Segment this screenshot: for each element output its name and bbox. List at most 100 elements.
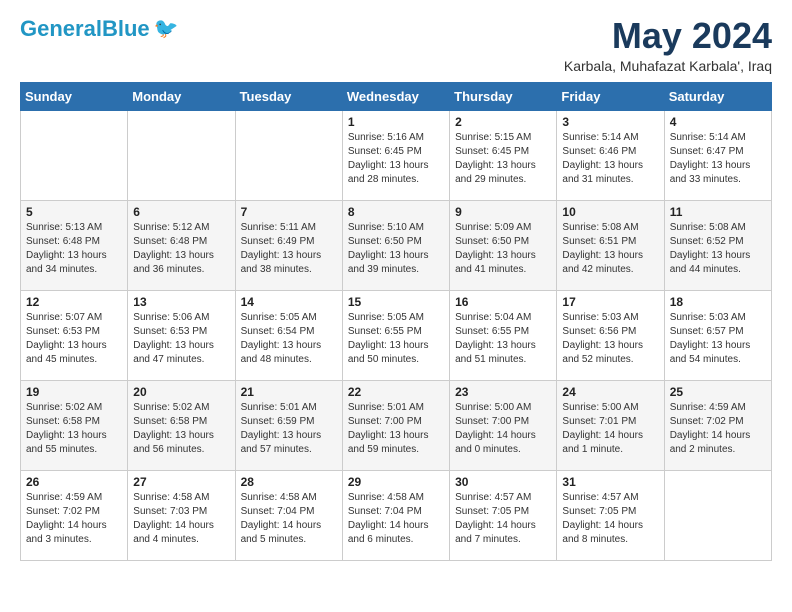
calendar-cell: [664, 470, 771, 560]
calendar-cell: 1 Sunrise: 5:16 AM Sunset: 6:45 PM Daylig…: [342, 110, 449, 200]
header: GeneralBlue 🐦 May 2024 Karbala, Muhafaza…: [20, 16, 772, 74]
day-number: 15: [348, 295, 444, 309]
cell-details: Sunrise: 5:16 AM Sunset: 6:45 PM Dayligh…: [348, 131, 444, 187]
title-section: May 2024 Karbala, Muhafazat Karbala', Ir…: [564, 16, 772, 74]
day-number: 30: [455, 475, 551, 489]
calendar-cell: 22Sunrise: 5:01 AM Sunset: 7:00 PM Dayli…: [342, 380, 449, 470]
calendar-cell: 20 Sunrise: 5:02 AM Sunset: 6:58 PM Dayli…: [128, 380, 235, 470]
day-number: 4: [670, 115, 766, 129]
cell-details: Sunrise: 4:57 AM Sunset: 7:05 PM Dayligh…: [455, 491, 551, 547]
day-number: 23: [455, 385, 551, 399]
calendar-cell: 11Sunrise: 5:08 AM Sunset: 6:52 PM Dayli…: [664, 200, 771, 290]
calendar-cell: 19 Sunrise: 5:02 AM Sunset: 6:58 PM Dayli…: [21, 380, 128, 470]
day-number: 25: [670, 385, 766, 399]
cell-details: Sunrise: 5:11 AM Sunset: 6:49 PM Dayligh…: [241, 221, 337, 277]
location: Karbala, Muhafazat Karbala', Iraq: [564, 58, 772, 74]
day-number: 16: [455, 295, 551, 309]
cell-details: Sunrise: 4:58 AM Sunset: 7:03 PM Dayligh…: [133, 491, 229, 547]
col-tuesday: Tuesday: [235, 82, 342, 110]
day-number: 17: [562, 295, 658, 309]
cell-details: Sunrise: 5:02 AM Sunset: 6:58 PM Dayligh…: [133, 401, 229, 457]
col-friday: Friday: [557, 82, 664, 110]
logo: GeneralBlue 🐦: [20, 16, 179, 41]
col-sunday: Sunday: [21, 82, 128, 110]
calendar-week-5: 26 Sunrise: 4:59 AM Sunset: 7:02 PM Dayli…: [21, 470, 772, 560]
calendar-cell: 23 Sunrise: 5:00 AM Sunset: 7:00 PM Dayli…: [450, 380, 557, 470]
calendar-cell: 24Sunrise: 5:00 AM Sunset: 7:01 PM Dayli…: [557, 380, 664, 470]
cell-details: Sunrise: 5:05 AM Sunset: 6:54 PM Dayligh…: [241, 311, 337, 367]
cell-details: Sunrise: 4:58 AM Sunset: 7:04 PM Dayligh…: [241, 491, 337, 547]
calendar-cell: [235, 110, 342, 200]
cell-details: Sunrise: 5:14 AM Sunset: 6:46 PM Dayligh…: [562, 131, 658, 187]
calendar-cell: 6Sunrise: 5:12 AM Sunset: 6:48 PM Daylig…: [128, 200, 235, 290]
cell-details: Sunrise: 5:08 AM Sunset: 6:52 PM Dayligh…: [670, 221, 766, 277]
cell-details: Sunrise: 5:10 AM Sunset: 6:50 PM Dayligh…: [348, 221, 444, 277]
day-number: 9: [455, 205, 551, 219]
day-number: 18: [670, 295, 766, 309]
logo-part2: Blue: [102, 16, 150, 41]
calendar-cell: 14Sunrise: 5:05 AM Sunset: 6:54 PM Dayli…: [235, 290, 342, 380]
calendar-cell: 16 Sunrise: 5:04 AM Sunset: 6:55 PM Dayli…: [450, 290, 557, 380]
calendar-cell: 7Sunrise: 5:11 AM Sunset: 6:49 PM Daylig…: [235, 200, 342, 290]
cell-details: Sunrise: 5:14 AM Sunset: 6:47 PM Dayligh…: [670, 131, 766, 187]
day-number: 1: [348, 115, 444, 129]
calendar-cell: 29Sunrise: 4:58 AM Sunset: 7:04 PM Dayli…: [342, 470, 449, 560]
calendar-cell: 9Sunrise: 5:09 AM Sunset: 6:50 PM Daylig…: [450, 200, 557, 290]
calendar-cell: 4 Sunrise: 5:14 AM Sunset: 6:47 PM Daylig…: [664, 110, 771, 200]
day-number: 26: [26, 475, 122, 489]
cell-details: Sunrise: 5:03 AM Sunset: 6:57 PM Dayligh…: [670, 311, 766, 367]
cell-details: Sunrise: 5:06 AM Sunset: 6:53 PM Dayligh…: [133, 311, 229, 367]
day-number: 19: [26, 385, 122, 399]
day-number: 21: [241, 385, 337, 399]
calendar-week-2: 5Sunrise: 5:13 AM Sunset: 6:48 PM Daylig…: [21, 200, 772, 290]
day-number: 22: [348, 385, 444, 399]
day-number: 31: [562, 475, 658, 489]
col-saturday: Saturday: [664, 82, 771, 110]
cell-details: Sunrise: 5:13 AM Sunset: 6:48 PM Dayligh…: [26, 221, 122, 277]
cell-details: Sunrise: 5:00 AM Sunset: 7:00 PM Dayligh…: [455, 401, 551, 457]
calendar-week-3: 12Sunrise: 5:07 AM Sunset: 6:53 PM Dayli…: [21, 290, 772, 380]
cell-details: Sunrise: 5:02 AM Sunset: 6:58 PM Dayligh…: [26, 401, 122, 457]
cell-details: Sunrise: 5:05 AM Sunset: 6:55 PM Dayligh…: [348, 311, 444, 367]
calendar-cell: 3 Sunrise: 5:14 AM Sunset: 6:46 PM Daylig…: [557, 110, 664, 200]
day-number: 8: [348, 205, 444, 219]
calendar-cell: 13Sunrise: 5:06 AM Sunset: 6:53 PM Dayli…: [128, 290, 235, 380]
calendar-cell: 5Sunrise: 5:13 AM Sunset: 6:48 PM Daylig…: [21, 200, 128, 290]
page-container: GeneralBlue 🐦 May 2024 Karbala, Muhafaza…: [0, 0, 792, 573]
calendar-cell: 30 Sunrise: 4:57 AM Sunset: 7:05 PM Dayli…: [450, 470, 557, 560]
day-number: 3: [562, 115, 658, 129]
calendar-cell: [21, 110, 128, 200]
calendar-cell: 26 Sunrise: 4:59 AM Sunset: 7:02 PM Dayli…: [21, 470, 128, 560]
logo-text: GeneralBlue: [20, 18, 150, 40]
cell-details: Sunrise: 4:58 AM Sunset: 7:04 PM Dayligh…: [348, 491, 444, 547]
cell-details: Sunrise: 4:57 AM Sunset: 7:05 PM Dayligh…: [562, 491, 658, 547]
day-number: 24: [562, 385, 658, 399]
calendar-cell: [128, 110, 235, 200]
col-monday: Monday: [128, 82, 235, 110]
cell-details: Sunrise: 5:04 AM Sunset: 6:55 PM Dayligh…: [455, 311, 551, 367]
cell-details: Sunrise: 4:59 AM Sunset: 7:02 PM Dayligh…: [26, 491, 122, 547]
calendar-table: Sunday Monday Tuesday Wednesday Thursday…: [20, 82, 772, 561]
calendar-cell: 17 Sunrise: 5:03 AM Sunset: 6:56 PM Dayli…: [557, 290, 664, 380]
day-number: 2: [455, 115, 551, 129]
cell-details: Sunrise: 5:01 AM Sunset: 6:59 PM Dayligh…: [241, 401, 337, 457]
col-thursday: Thursday: [450, 82, 557, 110]
logo-part1: General: [20, 16, 102, 41]
cell-details: Sunrise: 5:08 AM Sunset: 6:51 PM Dayligh…: [562, 221, 658, 277]
calendar-cell: 28 Sunrise: 4:58 AM Sunset: 7:04 PM Dayli…: [235, 470, 342, 560]
calendar-header-row: Sunday Monday Tuesday Wednesday Thursday…: [21, 82, 772, 110]
calendar-cell: 10 Sunrise: 5:08 AM Sunset: 6:51 PM Dayli…: [557, 200, 664, 290]
calendar-cell: 25 Sunrise: 4:59 AM Sunset: 7:02 PM Dayli…: [664, 380, 771, 470]
day-number: 28: [241, 475, 337, 489]
col-wednesday: Wednesday: [342, 82, 449, 110]
day-number: 20: [133, 385, 229, 399]
calendar-cell: 2Sunrise: 5:15 AM Sunset: 6:45 PM Daylig…: [450, 110, 557, 200]
cell-details: Sunrise: 5:03 AM Sunset: 6:56 PM Dayligh…: [562, 311, 658, 367]
logo-bird-icon: 🐦: [154, 16, 179, 41]
calendar-cell: 18 Sunrise: 5:03 AM Sunset: 6:57 PM Dayli…: [664, 290, 771, 380]
day-number: 12: [26, 295, 122, 309]
day-number: 10: [562, 205, 658, 219]
month-title: May 2024: [564, 16, 772, 56]
day-number: 27: [133, 475, 229, 489]
cell-details: Sunrise: 4:59 AM Sunset: 7:02 PM Dayligh…: [670, 401, 766, 457]
